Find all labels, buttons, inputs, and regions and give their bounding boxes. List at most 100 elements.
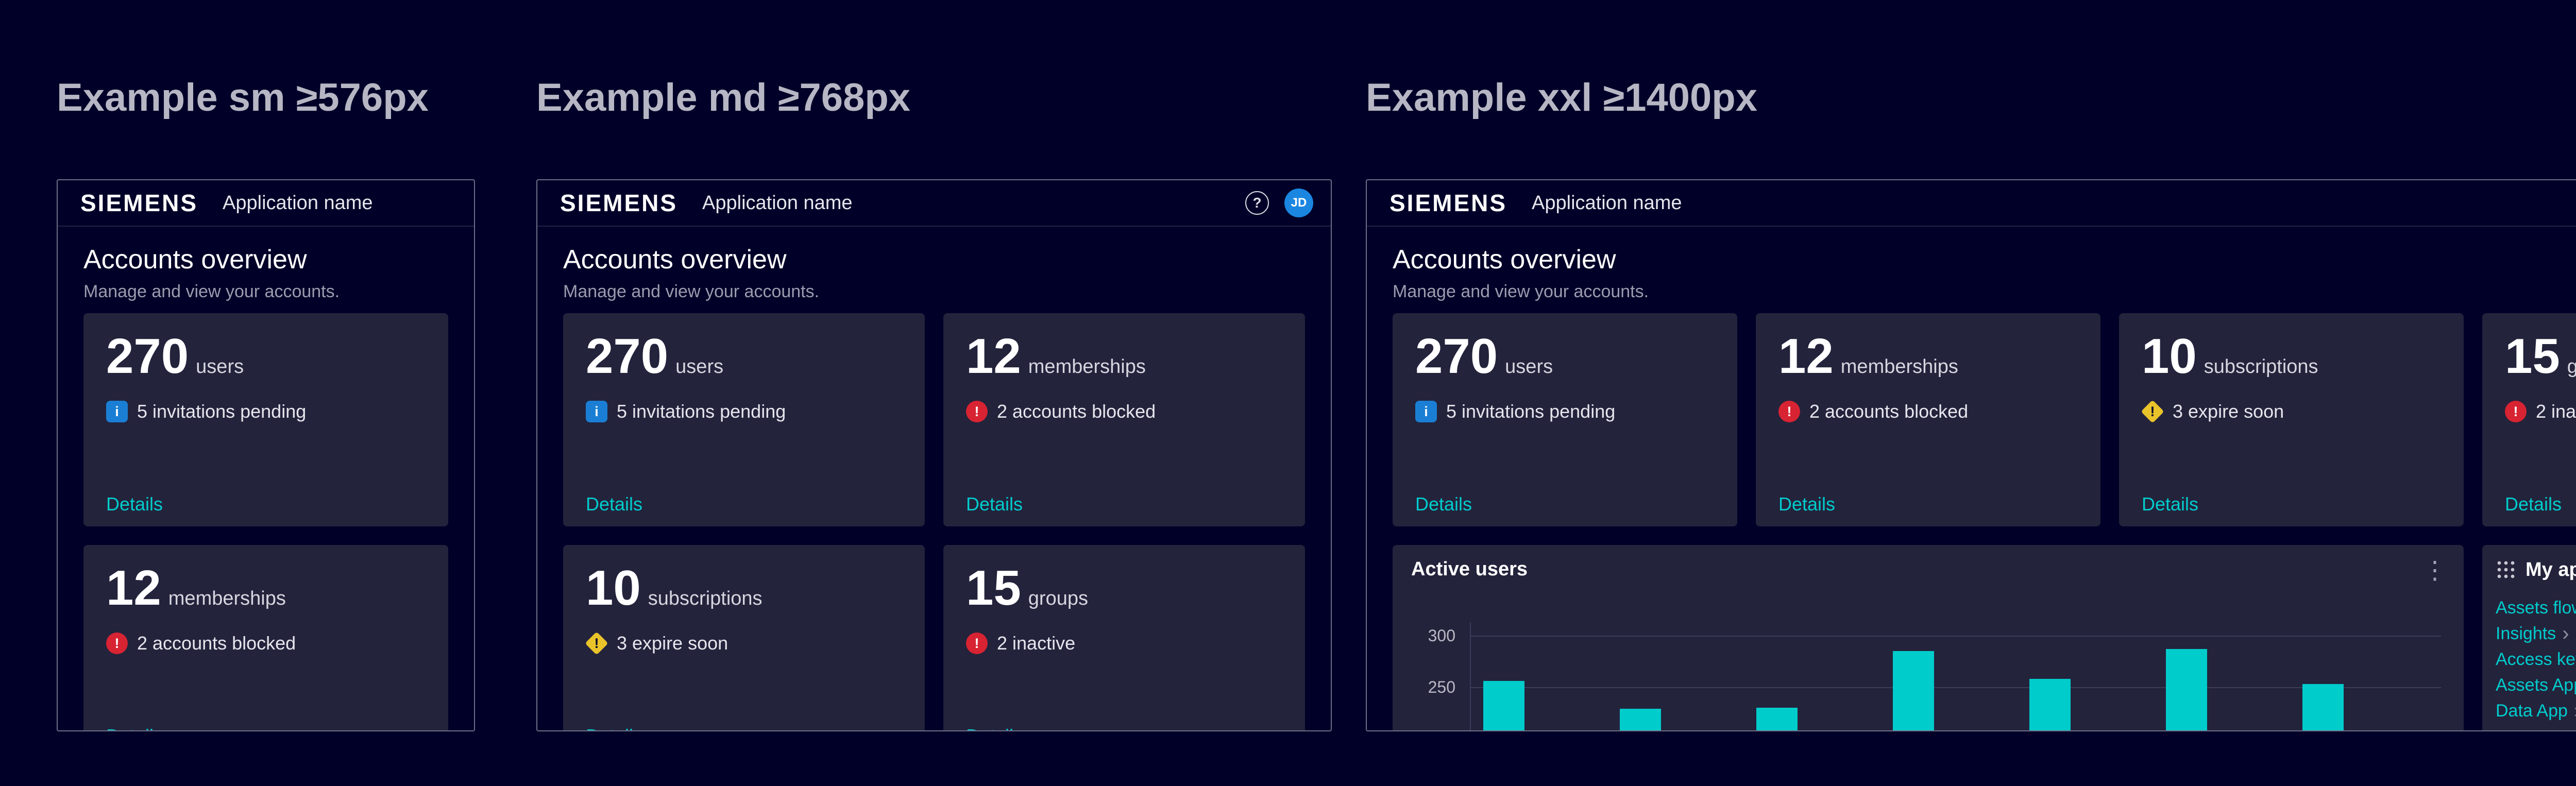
warning-icon: !: [2142, 401, 2163, 422]
help-button[interactable]: ?: [1245, 191, 1269, 215]
application-name: Application name: [702, 192, 853, 214]
error-icon: !: [966, 401, 988, 422]
app-header: SIEMENS Application name: [58, 180, 474, 227]
kpi-value: 10: [586, 563, 641, 613]
chart-gridline: [1470, 687, 2441, 688]
my-apps-title: My apps: [2526, 559, 2576, 581]
warning-glyph: !: [595, 636, 599, 652]
error-glyph: !: [2514, 404, 2518, 420]
chart-bar: [2029, 679, 2071, 731]
kpi-unit: memberships: [1028, 356, 1146, 378]
page-subtitle: Manage and view your accounts.: [83, 281, 448, 302]
example-xxl: Example xxl ≥1400px SIEMENS Application …: [1366, 77, 2576, 731]
status-badge: i 5 invitations pending: [1415, 401, 1715, 422]
info-glyph: i: [1424, 404, 1428, 420]
badge-text: 3 expire soon: [2173, 401, 2284, 422]
kpi-users: 270 users: [586, 332, 902, 381]
error-icon: !: [106, 633, 128, 654]
example-sm: Example sm ≥576px SIEMENS Application na…: [57, 77, 475, 731]
kpi-value: 12: [966, 332, 1021, 381]
badge-text: 3 expire soon: [617, 633, 728, 654]
example-heading-md: Example md ≥768px: [536, 77, 1332, 118]
details-link-memberships[interactable]: Details: [966, 493, 1023, 515]
chart-bar: [1620, 709, 1661, 731]
kpi-users: 270 users: [1415, 332, 1715, 381]
siemens-logo: SIEMENS: [80, 189, 198, 217]
badge-text: 5 invitations pending: [617, 401, 786, 422]
example-md: Example md ≥768px SIEMENS Application na…: [536, 77, 1332, 731]
details-link-groups[interactable]: Details: [2505, 493, 2562, 515]
details-link-groups[interactable]: Details: [966, 725, 1023, 731]
info-icon: i: [1415, 401, 1437, 422]
details-link-memberships[interactable]: Details: [1778, 493, 1835, 515]
kpi-unit: memberships: [1841, 356, 1958, 378]
status-badge: ! 2 accounts blocked: [106, 633, 426, 654]
chart-bar: [2302, 684, 2344, 731]
page-title: Accounts overview: [563, 244, 1305, 275]
question-icon: ?: [1252, 195, 1261, 211]
warning-glyph: !: [2150, 404, 2155, 420]
application-name: Application name: [223, 192, 373, 214]
page-title: Accounts overview: [1393, 244, 2576, 275]
kpi-card-users: 270 users i 5 invitations pending Detail…: [1393, 313, 1737, 526]
badge-text: 5 invitations pending: [137, 401, 306, 422]
page-subtitle: Manage and view your accounts.: [563, 281, 1305, 302]
kpi-card-memberships: 12 memberships ! 2 accounts blocked Deta…: [1756, 313, 2100, 526]
error-icon: !: [2505, 401, 2527, 422]
status-badge: ! 2 inactive: [966, 633, 1282, 654]
active-users-chart-card: Active users ⋮ 300250: [1393, 545, 2464, 731]
chart-bar: [1893, 651, 1934, 731]
details-link-users[interactable]: Details: [586, 493, 642, 515]
kpi-card-subscriptions: 10 subscriptions ! 3 expire soon Details: [563, 545, 925, 731]
app-link-assets-app[interactable]: Assets App›: [2496, 676, 2576, 694]
app-link-assets-flow[interactable]: Assets flow›: [2496, 599, 2576, 617]
info-icon: i: [106, 401, 128, 422]
details-link-subscriptions[interactable]: Details: [586, 725, 642, 731]
kpi-value: 12: [1778, 332, 1834, 381]
kpi-unit: subscriptions: [648, 588, 762, 610]
kpi-card-users: 270 users i 5 invitations pending Detail…: [83, 313, 448, 526]
info-icon: i: [586, 401, 607, 422]
app-window-md: SIEMENS Application name ? JD Accounts o…: [536, 179, 1332, 731]
details-link-subscriptions[interactable]: Details: [2142, 493, 2198, 515]
kpi-unit: users: [196, 356, 244, 378]
apps-grid-icon: [2496, 559, 2516, 580]
chevron-right-icon: ›: [2562, 625, 2569, 642]
kpi-memberships: 12 memberships: [1778, 332, 2078, 381]
kpi-value: 270: [106, 332, 189, 381]
kpi-card-memberships: 12 memberships ! 2 accounts blocked Deta…: [83, 545, 448, 731]
app-link-label: Assets flow: [2496, 599, 2576, 617]
app-link-label: Data App: [2496, 702, 2568, 720]
kpi-groups: 15 groups: [966, 563, 1282, 613]
chart-plot: 300250: [1393, 545, 2464, 731]
info-glyph: i: [595, 404, 599, 420]
app-link-access-key[interactable]: Access key›: [2496, 650, 2576, 669]
kpi-groups: 15 groups: [2505, 332, 2576, 381]
status-badge: i 5 invitations pending: [106, 401, 426, 422]
app-window-sm: SIEMENS Application name Accounts overvi…: [57, 179, 475, 731]
chart-bar: [1483, 681, 1524, 731]
kpi-memberships: 12 memberships: [966, 332, 1282, 381]
error-icon: !: [1778, 401, 1800, 422]
kpi-card-memberships: 12 memberships ! 2 accounts blocked Deta…: [943, 313, 1305, 526]
page-body: Accounts overview Manage and view your a…: [1367, 227, 2576, 731]
header-actions: ? JD: [1245, 189, 1313, 217]
kpi-card-subscriptions: 10 subscriptions ! 3 expire soon Details: [2119, 313, 2464, 526]
application-name: Application name: [1532, 192, 1682, 214]
app-link-data-app[interactable]: Data App›: [2496, 702, 2576, 720]
details-link-users[interactable]: Details: [106, 493, 163, 515]
badge-text: 2 inactive: [997, 633, 1075, 654]
details-link-memberships[interactable]: Details: [106, 725, 163, 731]
chart-y-axis: [1470, 622, 1471, 731]
chart-gridline: [1470, 636, 2441, 637]
kpi-value: 270: [586, 332, 668, 381]
status-badge: ! 2 accounts blocked: [1778, 401, 2078, 422]
badge-text: 2 accounts blocked: [137, 633, 296, 654]
details-link-users[interactable]: Details: [1415, 493, 1472, 515]
app-link-insights[interactable]: Insights ›: [2496, 624, 2576, 643]
kpi-value: 15: [2505, 332, 2560, 381]
app-link-label: Insights: [2496, 624, 2556, 643]
kpi-unit: memberships: [168, 588, 286, 610]
kpi-subscriptions: 10 subscriptions: [586, 563, 902, 613]
user-avatar-button[interactable]: JD: [1284, 189, 1313, 217]
